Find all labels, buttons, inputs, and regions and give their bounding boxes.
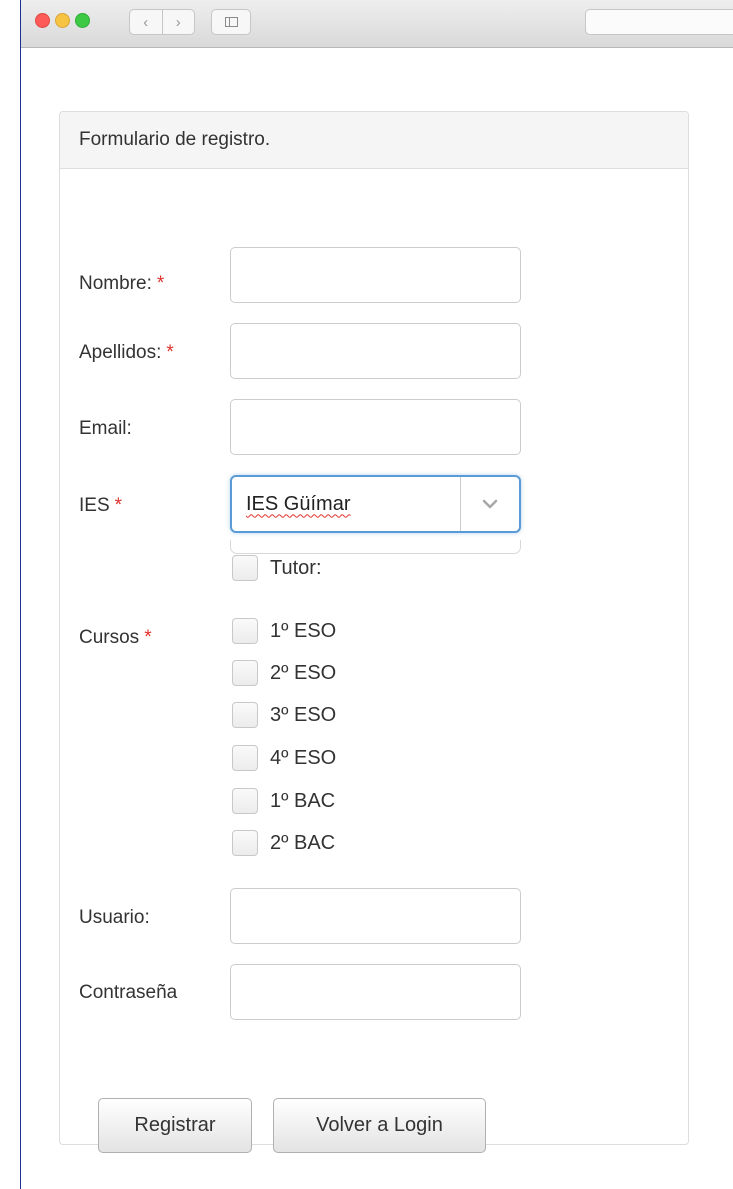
usuario-input[interactable] (230, 888, 521, 944)
curso-checkbox-row[interactable]: 3º ESO (232, 702, 336, 728)
forward-button[interactable]: › (161, 10, 195, 34)
zoom-window-button[interactable] (75, 13, 90, 28)
nombre-label: Nombre: * (79, 273, 164, 295)
ies-label-text: IES (79, 495, 110, 516)
apellidos-input[interactable] (230, 323, 521, 379)
curso-label: 2º ESO (270, 661, 337, 684)
browser-toolbar: ‹ › (21, 0, 733, 48)
required-marker: * (144, 627, 152, 648)
ies-select[interactable]: IES Güímar (230, 475, 521, 533)
sidebar-toggle-button[interactable] (211, 9, 251, 35)
back-button[interactable]: ‹ (130, 10, 162, 34)
curso-label: 2º BAC (270, 831, 336, 854)
apellidos-label-text: Apellidos: (79, 342, 162, 363)
email-label-text: Email: (79, 418, 132, 439)
curso-label: 1º BAC (270, 789, 336, 812)
curso-label: 4º ESO (270, 746, 337, 769)
cursos-label-text: Cursos (79, 627, 140, 648)
nombre-label-text: Nombre: (79, 273, 152, 294)
ies-selected-text: IES Güímar (246, 492, 351, 515)
curso-label: 1º ESO (270, 619, 337, 642)
curso-checkbox[interactable] (232, 618, 258, 644)
curso-checkbox[interactable] (232, 702, 258, 728)
tutor-checkbox-row[interactable]: Tutor: (232, 555, 322, 581)
ies-dropdown-list (230, 540, 521, 554)
cursos-label: Cursos * (79, 627, 152, 649)
navigation-buttons: ‹ › (129, 9, 195, 35)
panel-heading: Formulario de registro. (60, 112, 688, 169)
address-bar[interactable] (585, 9, 733, 35)
curso-checkbox-row[interactable]: 1º ESO (232, 618, 336, 644)
curso-checkbox-row[interactable]: 2º BAC (232, 830, 335, 856)
curso-checkbox-row[interactable]: 4º ESO (232, 745, 336, 771)
password-label-text: Contraseña (79, 982, 178, 1003)
curso-checkbox[interactable] (232, 788, 258, 814)
curso-label: 3º ESO (270, 703, 337, 726)
tutor-checkbox[interactable] (232, 555, 258, 581)
required-marker: * (114, 495, 123, 516)
ies-select-value: IES Güímar (232, 477, 460, 531)
back-to-login-button[interactable]: Volver a Login (273, 1098, 486, 1153)
tutor-label: Tutor: (270, 556, 322, 579)
curso-checkbox[interactable] (232, 830, 258, 856)
ies-label: IES * (79, 495, 122, 517)
curso-checkbox-row[interactable]: 1º BAC (232, 788, 335, 814)
close-window-button[interactable] (35, 13, 50, 28)
panel-title: Formulario de registro. (79, 129, 271, 150)
email-input[interactable] (230, 399, 521, 455)
usuario-label-text: Usuario: (79, 907, 150, 928)
required-marker: * (156, 273, 165, 294)
email-label: Email: (79, 418, 132, 440)
password-label: Contraseña (79, 982, 177, 1004)
usuario-label: Usuario: (79, 907, 150, 929)
curso-checkbox[interactable] (232, 745, 258, 771)
required-marker: * (166, 342, 174, 363)
register-button[interactable]: Registrar (98, 1098, 252, 1153)
curso-checkbox-row[interactable]: 2º ESO (232, 660, 336, 686)
nombre-input[interactable] (230, 247, 521, 303)
apellidos-label: Apellidos: * (79, 342, 174, 364)
chevron-down-icon (482, 499, 498, 509)
ies-select-arrow[interactable] (460, 477, 519, 531)
minimize-window-button[interactable] (55, 13, 70, 28)
password-input[interactable] (230, 964, 521, 1020)
sidebar-icon (224, 17, 238, 27)
curso-checkbox[interactable] (232, 660, 258, 686)
